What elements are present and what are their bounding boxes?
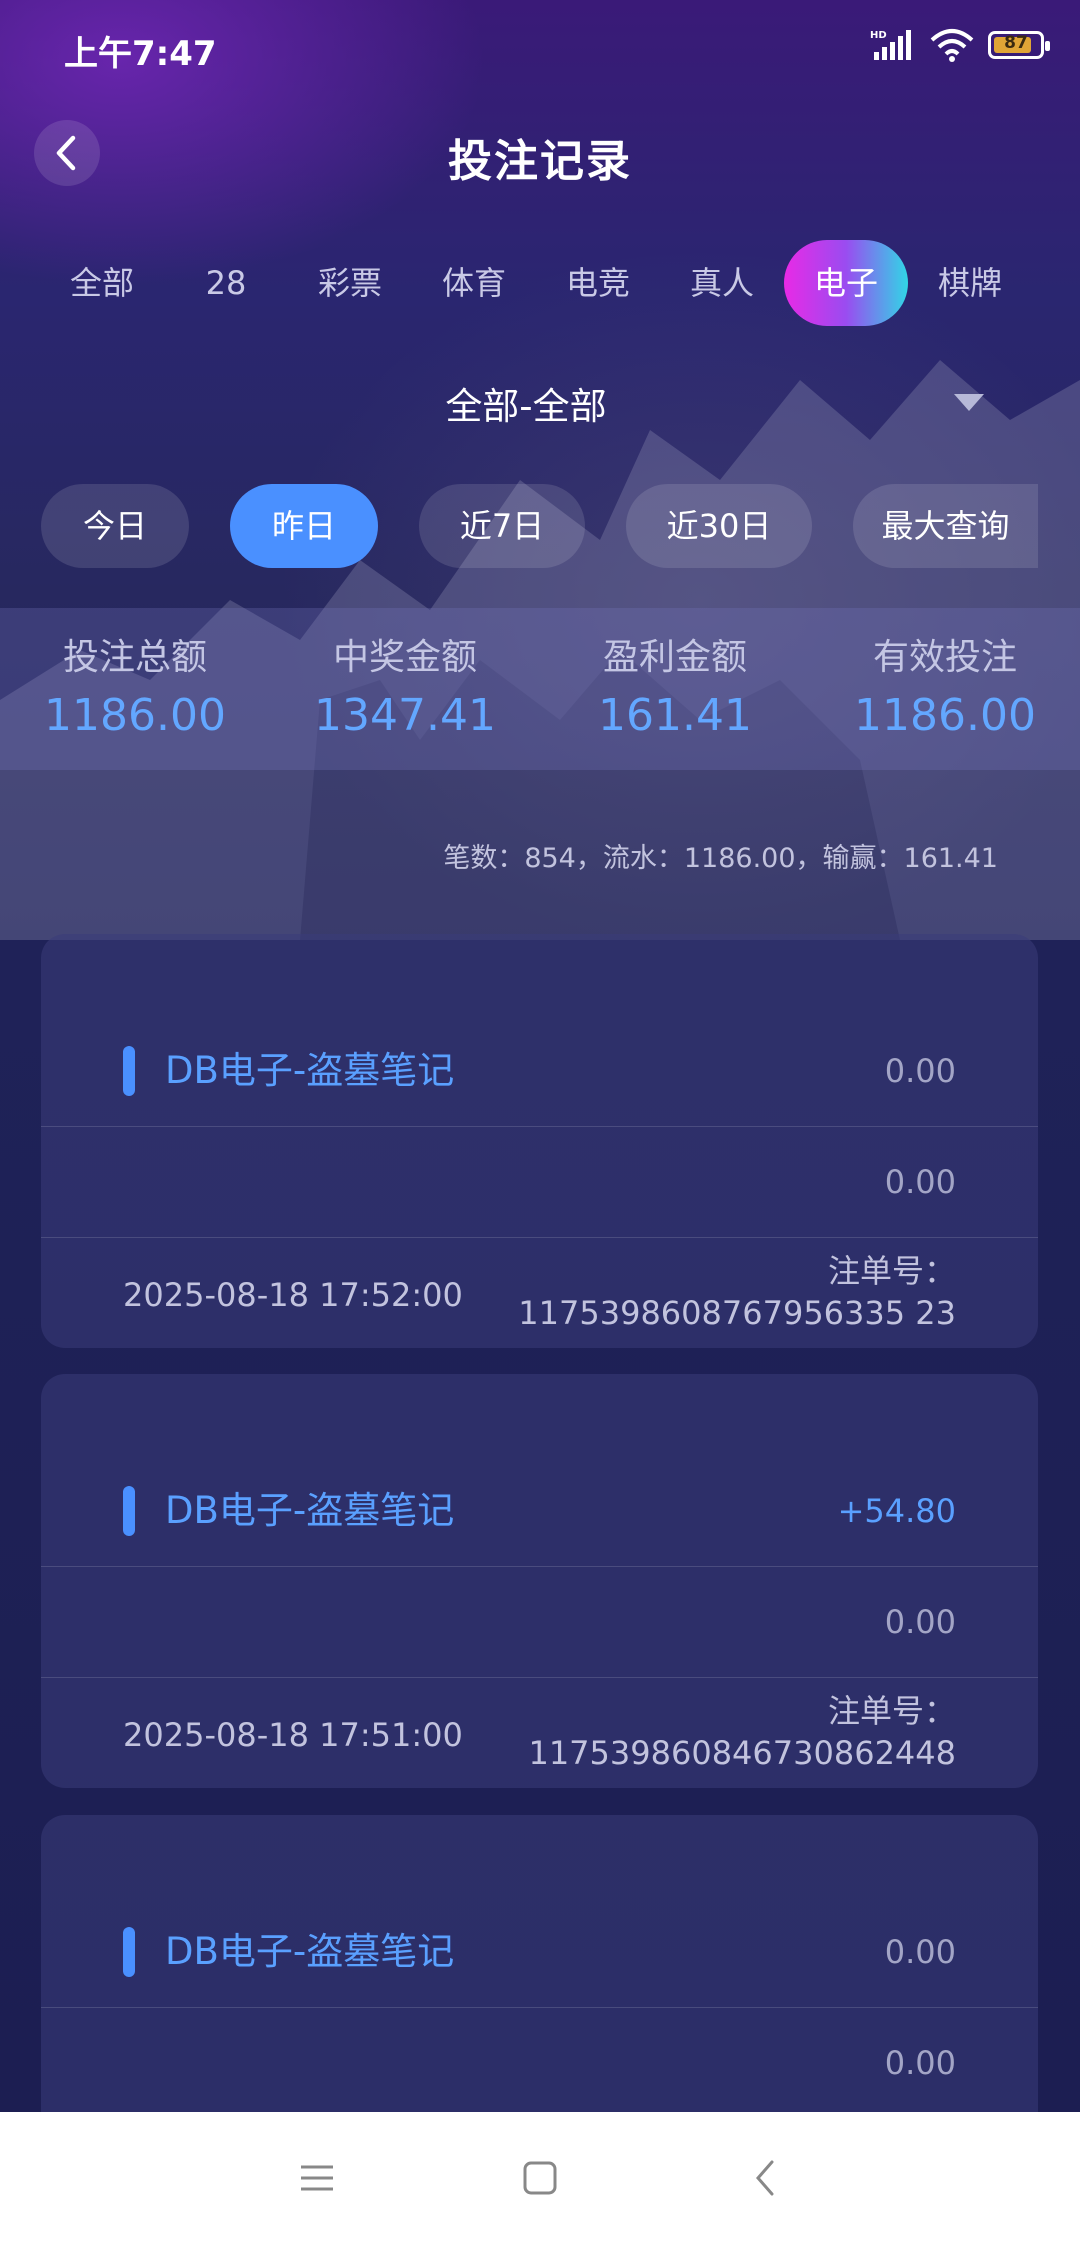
back-icon[interactable] [740,2152,792,2204]
summary-total-bet: 投注总额 1186.00 [0,628,270,741]
accent-bar [123,1046,135,1096]
summary-value: 1186.00 [44,690,226,741]
date-tab-7days[interactable]: 近7日 [419,484,585,568]
date-tab-max[interactable]: 最大查询 [853,484,1038,568]
date-tab-today[interactable]: 今日 [41,484,189,568]
tab-28[interactable]: 28 [164,240,288,326]
tab-lottery[interactable]: 彩票 [288,240,412,326]
summary-value: 161.41 [598,690,752,741]
secondary-amount: 0.00 [884,1163,956,1201]
wifi-icon [930,29,974,62]
category-tabs: 全部 28 彩票 体育 电竞 真人 电子 棋牌 [40,240,1070,328]
secondary-amount: 0.00 [884,1603,956,1641]
order-info: 注单号： 117539860846730862448 [528,1690,956,1774]
bet-record-card[interactable]: DB电子-盗墓笔记 0.00 0.00 2025-08-18 17:52:00 … [41,934,1038,1348]
game-name: DB电子-盗墓笔记 [165,1049,455,1092]
tab-sports[interactable]: 体育 [412,240,536,326]
tab-live[interactable]: 真人 [660,240,784,326]
tab-electronic[interactable]: 电子 [784,240,908,326]
tab-chess[interactable]: 棋牌 [908,240,1032,326]
bet-datetime: 2025-08-18 17:52:00 [123,1276,463,1314]
home-square-icon[interactable] [514,2152,566,2204]
win-amount: 0.00 [884,1933,956,1971]
menu-icon[interactable] [291,2152,343,2204]
summary-label: 盈利金额 [602,637,747,678]
bet-datetime: 2025-08-18 17:51:00 [123,1716,463,1754]
win-amount: 0.00 [884,1052,956,1090]
caret-down-icon [954,394,984,411]
date-tab-yesterday[interactable]: 昨日 [230,484,378,568]
secondary-amount: 0.00 [884,2044,956,2082]
status-icons: HD 87 [870,28,1050,62]
summary-value: 1347.41 [314,690,496,741]
battery-level: 87 [1004,33,1028,53]
order-number: 117539860846730862448 [528,1734,956,1772]
summary-winnings: 中奖金额 1347.41 [270,628,540,741]
summary-label: 投注总额 [62,637,207,678]
page-title: 投注记录 [448,136,632,187]
summary-valid-bet: 有效投注 1186.00 [810,628,1080,741]
signal-icon: HD [870,30,911,60]
system-nav-bar [0,2112,1080,2244]
game-name: DB电子-盗墓笔记 [165,1489,455,1532]
accent-bar [123,1927,135,1977]
summary-band: 投注总额 1186.00 中奖金额 1347.41 盈利金额 161.41 有效… [0,608,1080,770]
battery-icon: 87 [988,31,1050,59]
summary-profit: 盈利金额 161.41 [540,628,810,741]
tab-esports[interactable]: 电竞 [536,240,660,326]
date-range-tabs: 今日 昨日 近7日 近30日 最大查询 [0,484,1080,568]
win-amount: +54.80 [837,1492,956,1530]
date-tab-30days[interactable]: 近30日 [626,484,812,568]
game-filter-value: 全部-全部 [445,385,607,428]
order-info: 注单号： 1175398608767956335 23 [518,1250,956,1334]
summary-label: 中奖金额 [332,637,477,678]
accent-bar [123,1486,135,1536]
status-bar: 上午7:47 HD 87 [0,0,1080,96]
game-filter-select[interactable]: 全部-全部 [0,370,1080,440]
stats-line: 笔数：854，流水：1186.00，输赢：161.41 [443,843,998,874]
order-number: 1175398608767956335 23 [518,1294,956,1332]
game-name: DB电子-盗墓笔记 [165,1930,455,1973]
status-time: 上午7:47 [64,34,217,74]
network-label: HD [870,30,887,41]
order-label: 注单号： [827,1692,956,1730]
summary-label: 有效投注 [872,637,1017,678]
summary-value: 1186.00 [854,690,1036,741]
order-label: 注单号： [827,1252,956,1290]
bet-record-card[interactable]: DB电子-盗墓笔记 +54.80 0.00 2025-08-18 17:51:0… [41,1374,1038,1788]
tab-all[interactable]: 全部 [40,240,164,326]
